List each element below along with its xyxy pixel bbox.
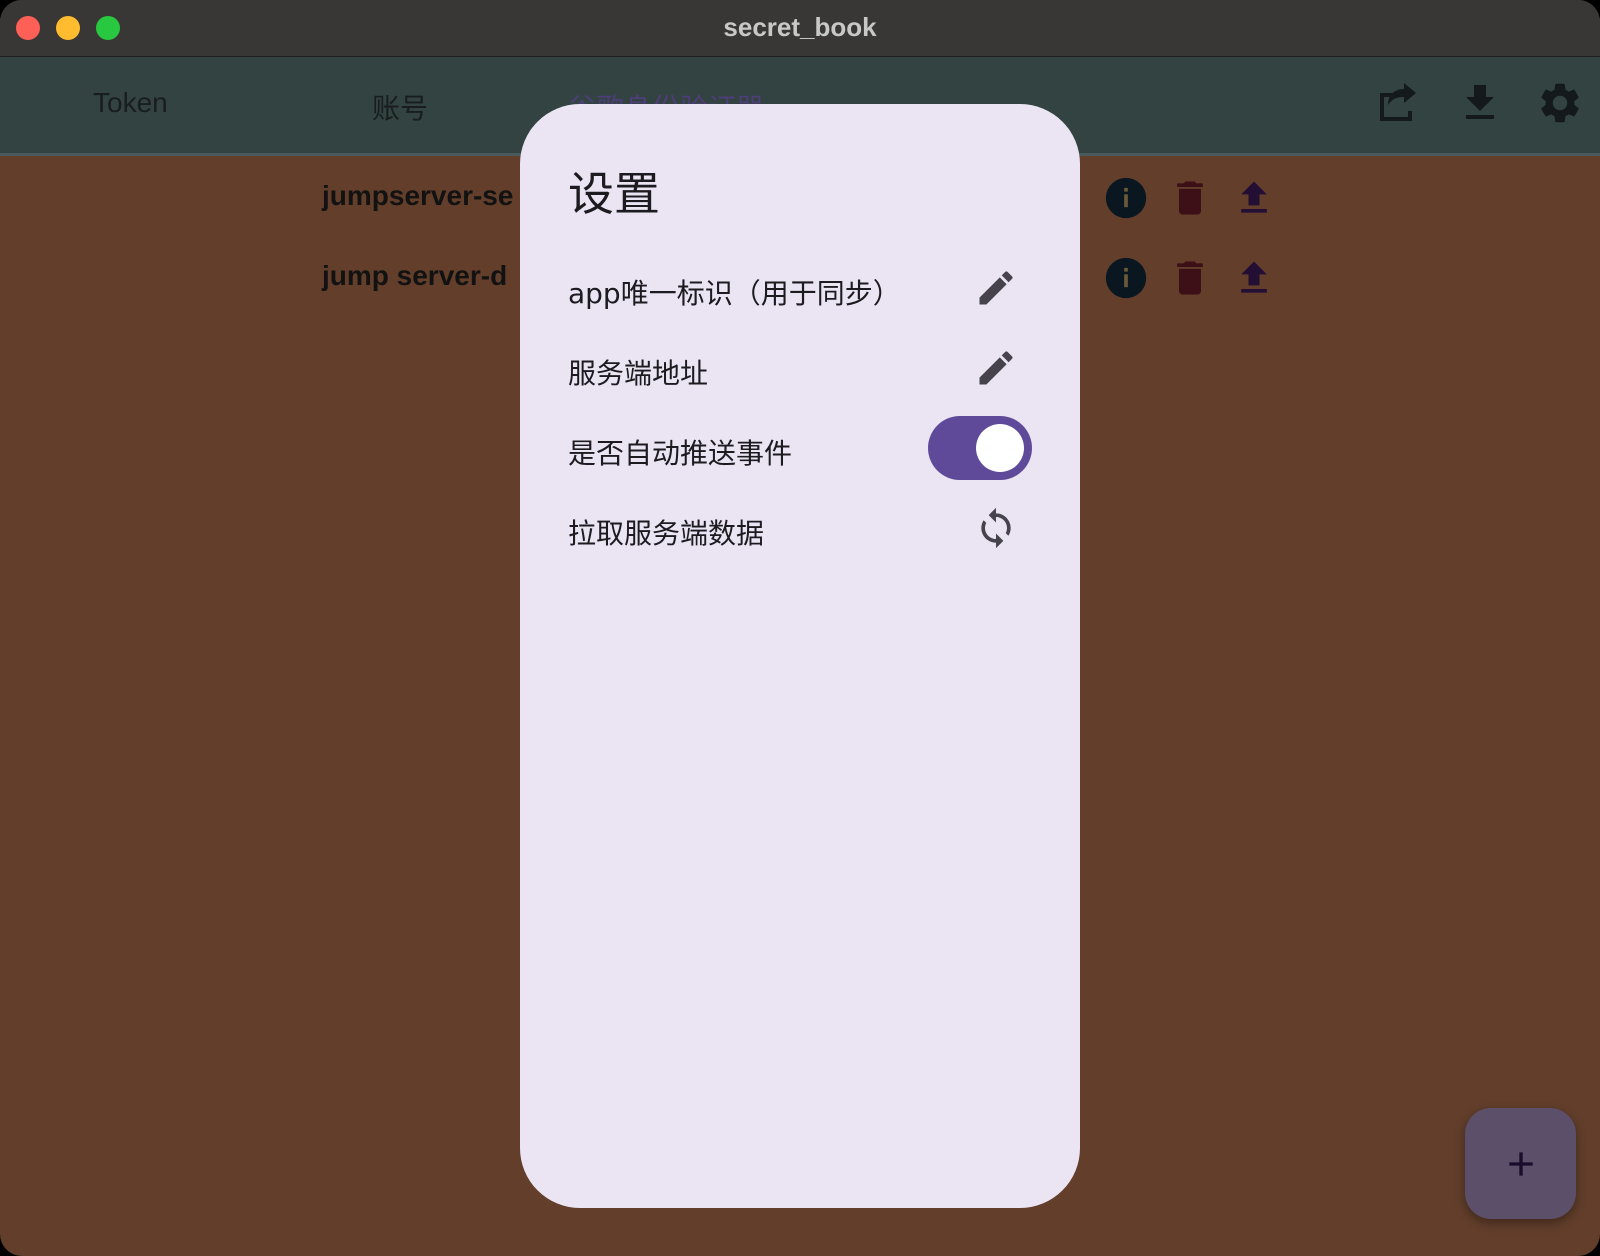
delete-icon[interactable] [1168,176,1212,220]
tab-account[interactable]: 账号 [372,87,428,127]
edit-icon[interactable] [974,346,1018,390]
setting-label: app唯一标识（用于同步） [568,277,901,310]
setting-label: 拉取服务端数据 [568,517,765,550]
window-title: secret_book [723,12,877,42]
dialog-title: 设置 [568,167,660,221]
setting-server-address: 服务端地址 [568,338,1032,398]
toggle-knob [976,424,1024,472]
sync-icon[interactable] [974,506,1018,550]
setting-app-id: app唯一标识（用于同步） [568,258,1032,318]
settings-dialog: 设置 app唯一标识（用于同步） 服务端地址 是否自动推送事件 拉取服务端数据 [520,104,1080,1208]
app-window: secret_book Token 账号 谷歌身份验证器 jumpserver-… [0,0,1600,1256]
add-button[interactable] [1465,1108,1576,1219]
tab-token[interactable]: Token [93,87,168,119]
setting-auto-push: 是否自动推送事件 [568,416,1032,480]
upload-icon[interactable] [1232,256,1276,300]
gear-icon[interactable] [1536,79,1584,127]
download-icon[interactable] [1456,79,1504,127]
list-item-name: jump server-d [322,260,508,291]
info-icon[interactable] [1104,256,1148,300]
info-icon[interactable] [1104,176,1148,220]
delete-icon[interactable] [1168,256,1212,300]
title-bar: secret_book [0,0,1600,57]
share-icon[interactable] [1374,79,1422,127]
edit-icon[interactable] [974,266,1018,310]
upload-icon[interactable] [1232,176,1276,220]
setting-pull-server-data: 拉取服务端数据 [568,498,1032,558]
setting-label: 是否自动推送事件 [568,437,793,470]
list-item-name: jumpserver-se [322,180,514,211]
plus-icon [1509,1152,1533,1176]
auto-push-toggle[interactable] [928,416,1032,480]
setting-label: 服务端地址 [568,357,709,390]
